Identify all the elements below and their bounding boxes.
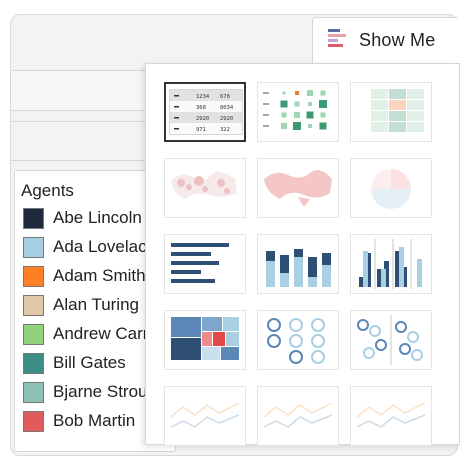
chart-type-text-table[interactable]: 1234 678 368 8034 2920 2920 971 322 (164, 82, 246, 142)
legend-label: Ada Lovelace (53, 237, 157, 256)
chart-type-lines-discrete[interactable] (257, 386, 339, 446)
chart-type-highlight-table[interactable] (350, 82, 432, 142)
chart-type-lines-continuous[interactable] (164, 386, 246, 446)
svg-text:368: 368 (196, 105, 206, 111)
legend-label: Bill Gates (53, 353, 126, 372)
legend-label: Bob Martin (53, 411, 136, 430)
legend-swatch (23, 410, 44, 432)
heat-map-icon (263, 90, 327, 130)
legend-swatch (23, 265, 44, 287)
legend-swatch (23, 236, 44, 258)
legend-label: Abe Lincoln (53, 208, 142, 227)
symbol-map-icon (171, 171, 237, 199)
show-me-label: Show Me (359, 30, 436, 50)
pie-chart-icon (371, 169, 411, 209)
svg-text:2920: 2920 (220, 116, 233, 122)
chart-type-pie-chart[interactable] (350, 158, 432, 218)
chart-type-side-by-side-bars[interactable] (350, 234, 432, 294)
legend-swatch (23, 323, 44, 345)
svg-text:1234: 1234 (196, 94, 210, 100)
toolbar-strip (11, 70, 145, 110)
legend-swatch (23, 381, 44, 403)
svg-text:2920: 2920 (196, 116, 209, 122)
chart-type-symbol-map[interactable] (164, 158, 246, 218)
show-me-icon (327, 27, 349, 54)
chart-type-stacked-bars[interactable] (257, 234, 339, 294)
show-me-tab[interactable]: Show Me (312, 17, 458, 63)
circle-view-icon (267, 318, 325, 364)
svg-text:322: 322 (220, 127, 230, 133)
legend-swatch (23, 207, 44, 229)
legend-label: Adam Smith (53, 266, 146, 285)
chart-type-horizontal-bars[interactable] (164, 234, 246, 294)
divider (10, 70, 146, 71)
side-by-side-circles-icon (357, 315, 423, 365)
svg-text:678: 678 (220, 94, 230, 100)
divider (10, 121, 146, 122)
legend-item[interactable]: Bill Gates (23, 352, 126, 374)
filled-map-icon (264, 170, 332, 207)
legend-item[interactable]: Alan Turing (23, 294, 139, 316)
divider (10, 110, 146, 111)
divider (10, 160, 146, 161)
legend-label: Alan Turing (53, 295, 139, 314)
stacked-bars-icon (266, 249, 331, 287)
legend-swatch (23, 352, 44, 374)
dual-lines-icon (356, 402, 426, 428)
legend-item[interactable]: Ada Lovelace (23, 236, 156, 258)
highlight-table-icon (371, 89, 424, 132)
treemap-icon (171, 317, 239, 360)
chart-type-treemap[interactable] (164, 310, 246, 370)
legend-title: Agents (21, 181, 74, 200)
chart-type-circle-view[interactable] (257, 310, 339, 370)
svg-text:8034: 8034 (220, 105, 234, 111)
svg-text:971: 971 (196, 127, 206, 133)
side-by-side-bars-icon (359, 239, 422, 289)
show-me-panel: 1234 678 368 8034 2920 2920 971 322 (145, 63, 460, 446)
chart-type-dual-lines[interactable] (350, 386, 432, 446)
horizontal-bars-icon (171, 243, 229, 283)
lines-continuous-icon (170, 402, 240, 428)
chart-type-heat-map[interactable] (257, 82, 339, 142)
text-table-icon: 1234 678 368 8034 2920 2920 971 322 (169, 89, 243, 135)
legend-item[interactable]: Bob Martin (23, 410, 135, 432)
chart-type-side-by-side-circles[interactable] (350, 310, 432, 370)
lines-discrete-icon (263, 402, 333, 428)
legend-item[interactable]: Adam Smith (23, 265, 146, 287)
chart-type-filled-map[interactable] (257, 158, 339, 218)
legend-swatch (23, 294, 44, 316)
legend-item[interactable]: Abe Lincoln (23, 207, 142, 229)
